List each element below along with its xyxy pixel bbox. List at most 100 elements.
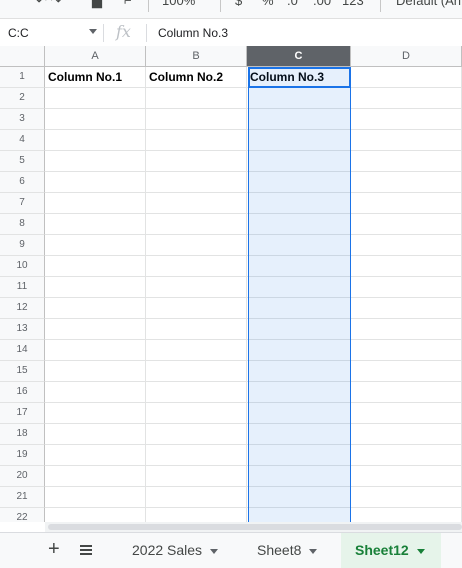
cell-b19[interactable]: [146, 445, 247, 466]
scrollbar-thumb[interactable]: [48, 524, 462, 530]
cell-c8[interactable]: [247, 214, 351, 235]
row-header-21[interactable]: 21: [0, 487, 45, 508]
cell-a19[interactable]: [45, 445, 146, 466]
row-header-4[interactable]: 4: [0, 130, 45, 151]
cell-c12[interactable]: [247, 298, 351, 319]
chevron-down-icon[interactable]: [416, 548, 425, 554]
undo-icon[interactable]: ↶ ↷: [36, 0, 61, 9]
cell-b10[interactable]: [146, 256, 247, 277]
cell-c16[interactable]: [247, 382, 351, 403]
cell-a6[interactable]: [45, 172, 146, 193]
cell-b7[interactable]: [146, 193, 247, 214]
cell-b4[interactable]: [146, 130, 247, 151]
cell-b12[interactable]: [146, 298, 247, 319]
cell-b17[interactable]: [146, 403, 247, 424]
cell-d12[interactable]: [351, 298, 462, 319]
cell-d9[interactable]: [351, 235, 462, 256]
cell-c7[interactable]: [247, 193, 351, 214]
cell-b6[interactable]: [146, 172, 247, 193]
cell-a1[interactable]: Column No.1: [45, 67, 146, 88]
column-header-c[interactable]: C: [247, 46, 351, 67]
cell-a22[interactable]: [45, 508, 146, 522]
cell-c1[interactable]: Column No.3: [247, 67, 351, 88]
cell-b13[interactable]: [146, 319, 247, 340]
cell-d14[interactable]: [351, 340, 462, 361]
row-header-8[interactable]: 8: [0, 214, 45, 235]
cell-d21[interactable]: [351, 487, 462, 508]
cell-c11[interactable]: [247, 277, 351, 298]
cell-c20[interactable]: [247, 466, 351, 487]
print-icon[interactable]: ▆: [92, 0, 102, 9]
cell-a7[interactable]: [45, 193, 146, 214]
cell-c3[interactable]: [247, 109, 351, 130]
cell-d7[interactable]: [351, 193, 462, 214]
cell-c15[interactable]: [247, 361, 351, 382]
all-sheets-icon[interactable]: [80, 545, 92, 555]
cell-a9[interactable]: [45, 235, 146, 256]
row-header-5[interactable]: 5: [0, 151, 45, 172]
row-header-3[interactable]: 3: [0, 109, 45, 130]
name-box[interactable]: C:C: [8, 26, 29, 40]
cell-d1[interactable]: [351, 67, 462, 88]
row-header-22[interactable]: 22: [0, 508, 45, 522]
cell-c6[interactable]: [247, 172, 351, 193]
currency-button[interactable]: $: [235, 0, 242, 8]
sheet-tab[interactable]: 2022 Sales: [118, 533, 240, 568]
cell-b18[interactable]: [146, 424, 247, 445]
cell-d22[interactable]: [351, 508, 462, 522]
cell-a14[interactable]: [45, 340, 146, 361]
cell-d19[interactable]: [351, 445, 462, 466]
cell-d20[interactable]: [351, 466, 462, 487]
cell-c21[interactable]: [247, 487, 351, 508]
row-header-11[interactable]: 11: [0, 277, 45, 298]
cell-c9[interactable]: [247, 235, 351, 256]
row-header-7[interactable]: 7: [0, 193, 45, 214]
row-header-17[interactable]: 17: [0, 403, 45, 424]
cell-c5[interactable]: [247, 151, 351, 172]
row-header-14[interactable]: 14: [0, 340, 45, 361]
cell-d5[interactable]: [351, 151, 462, 172]
cell-a5[interactable]: [45, 151, 146, 172]
row-header-12[interactable]: 12: [0, 298, 45, 319]
chevron-down-icon[interactable]: [89, 29, 97, 34]
cell-a18[interactable]: [45, 424, 146, 445]
cell-a12[interactable]: [45, 298, 146, 319]
cell-b2[interactable]: [146, 88, 247, 109]
sheet-tab[interactable]: Sheet8: [243, 533, 335, 568]
column-header-a[interactable]: A: [45, 46, 146, 67]
cell-d18[interactable]: [351, 424, 462, 445]
cell-a17[interactable]: [45, 403, 146, 424]
column-header-b[interactable]: B: [146, 46, 247, 67]
more-formats-button[interactable]: 123: [342, 0, 364, 8]
cell-b8[interactable]: [146, 214, 247, 235]
add-sheet-icon[interactable]: +: [48, 538, 60, 560]
row-header-19[interactable]: 19: [0, 445, 45, 466]
cell-d17[interactable]: [351, 403, 462, 424]
row-header-20[interactable]: 20: [0, 466, 45, 487]
row-header-10[interactable]: 10: [0, 256, 45, 277]
spreadsheet-grid[interactable]: A B C D 1 Column No.1 Column No.2 Column No.3 2 3…: [0, 46, 462, 522]
cell-b22[interactable]: [146, 508, 247, 522]
column-header-d[interactable]: D: [351, 46, 462, 67]
cell-c17[interactable]: [247, 403, 351, 424]
increase-decimal-button[interactable]: .00: [313, 0, 331, 8]
horizontal-scrollbar[interactable]: [45, 522, 462, 532]
cell-b9[interactable]: [146, 235, 247, 256]
cell-a15[interactable]: [45, 361, 146, 382]
cell-b16[interactable]: [146, 382, 247, 403]
cell-c13[interactable]: [247, 319, 351, 340]
cell-b14[interactable]: [146, 340, 247, 361]
cell-d4[interactable]: [351, 130, 462, 151]
cell-a13[interactable]: [45, 319, 146, 340]
cell-a21[interactable]: [45, 487, 146, 508]
row-header-16[interactable]: 16: [0, 382, 45, 403]
cell-b5[interactable]: [146, 151, 247, 172]
cell-b21[interactable]: [146, 487, 247, 508]
font-select[interactable]: Default (Ari...: [396, 0, 462, 8]
cell-a2[interactable]: [45, 88, 146, 109]
cell-b1[interactable]: Column No.2: [146, 67, 247, 88]
row-header-18[interactable]: 18: [0, 424, 45, 445]
cell-a16[interactable]: [45, 382, 146, 403]
cell-d13[interactable]: [351, 319, 462, 340]
cell-d3[interactable]: [351, 109, 462, 130]
